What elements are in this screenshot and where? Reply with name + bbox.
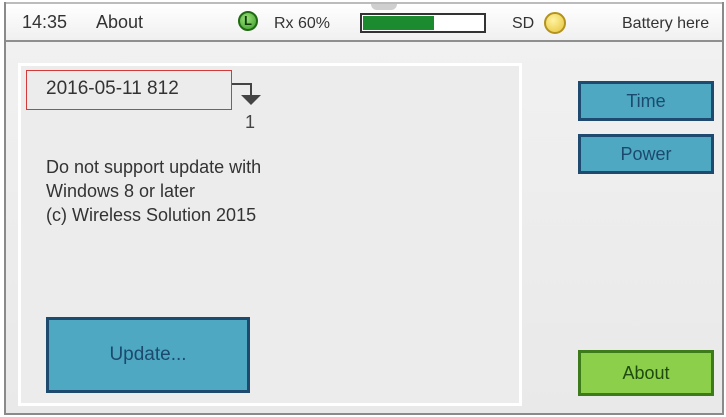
signal-bar-fill (363, 16, 435, 30)
version-text: 2016-05-11 812 (46, 78, 179, 99)
down-arrow-icon (241, 95, 261, 105)
status-bar: 14:35 About L Rx 60% SD Battery here (6, 2, 722, 42)
message-line-1: Do not support update with (46, 157, 262, 177)
top-notch (371, 4, 397, 10)
clock: 14:35 (22, 12, 68, 32)
time-button[interactable]: Time (578, 81, 714, 121)
message-line-2: Windows 8 or later (46, 181, 196, 201)
power-button[interactable]: Power (578, 134, 714, 174)
screen-title: About (96, 12, 144, 32)
battery-label: Battery here (622, 15, 710, 32)
update-button[interactable]: Update... (46, 317, 250, 393)
annotation-number: 1 (245, 112, 256, 132)
sd-indicator-icon (544, 12, 566, 34)
rx-label: Rx 60% (274, 15, 331, 32)
annotation-connector (232, 83, 252, 85)
l-status-icon: L (238, 11, 258, 31)
signal-bar (360, 13, 486, 33)
about-button[interactable]: About (578, 350, 714, 396)
sd-label: SD (512, 15, 535, 32)
message-line-3: (c) Wireless Solution 2015 (46, 205, 257, 225)
